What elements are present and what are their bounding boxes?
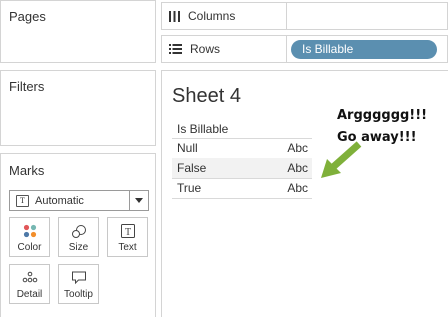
table-row[interactable]: False Abc (172, 158, 312, 178)
text-button[interactable]: T Text (107, 217, 148, 257)
rows-label: Rows (190, 42, 221, 56)
size-button-label: Size (68, 242, 89, 253)
shelf-divider (286, 3, 287, 29)
mark-type-dropdown[interactable]: T Automatic (9, 190, 149, 211)
pages-panel[interactable]: Pages (0, 0, 156, 63)
text-icon: T (120, 224, 135, 241)
svg-text:T: T (124, 227, 130, 238)
columns-shelf-label: Columns (169, 9, 235, 23)
text-button-label: Text (118, 242, 137, 253)
columns-shelf[interactable]: Columns (161, 2, 448, 30)
marks-panel: Marks T Automatic Color Size T Text Deta… (0, 153, 156, 317)
row-value: Abc (287, 141, 308, 155)
color-button-label: Color (17, 242, 42, 253)
filters-title: Filters (9, 79, 45, 94)
is-billable-pill[interactable]: Is Billable (291, 40, 437, 59)
annotation-line-1: Argggggg!!! (337, 108, 428, 123)
size-shapes-icon (71, 224, 87, 242)
row-key: Null (177, 141, 198, 155)
table-column-header[interactable]: Is Billable (177, 122, 228, 136)
tooltip-button[interactable]: Tooltip (58, 264, 99, 304)
tooltip-button-label: Tooltip (64, 289, 93, 300)
row-value: Abc (287, 161, 308, 175)
rows-shelf-label: Rows (169, 42, 220, 56)
color-dots-icon (23, 224, 37, 241)
text-type-icon: T (16, 194, 29, 207)
detail-button[interactable]: Detail (9, 264, 50, 304)
row-key: True (177, 181, 202, 195)
row-value: Abc (287, 181, 308, 195)
worksheet-view: Sheet 4 Is Billable Null Abc False Abc T… (161, 70, 448, 317)
color-button[interactable]: Color (9, 217, 50, 257)
chevron-down-icon[interactable] (129, 191, 148, 210)
table-row[interactable]: True Abc (172, 178, 312, 198)
rows-shelf[interactable]: Rows Is Billable (161, 35, 448, 63)
green-arrow-icon (321, 141, 362, 178)
pages-title: Pages (9, 9, 46, 24)
detail-button-label: Detail (16, 289, 43, 300)
mark-type-label: Automatic (35, 194, 84, 207)
table-row[interactable]: Null Abc (172, 138, 312, 158)
columns-icon (169, 10, 180, 22)
filters-panel[interactable]: Filters (0, 70, 156, 146)
marks-title: Marks (9, 163, 45, 178)
size-button[interactable]: Size (58, 217, 99, 257)
table-rule (172, 198, 312, 199)
rows-icon (169, 44, 182, 54)
sheet-title: Sheet 4 (172, 85, 241, 107)
detail-dots-icon (22, 271, 38, 286)
speech-bubble-icon (71, 271, 86, 288)
columns-label: Columns (188, 9, 236, 23)
shelf-divider (286, 36, 287, 62)
row-key: False (177, 161, 207, 175)
